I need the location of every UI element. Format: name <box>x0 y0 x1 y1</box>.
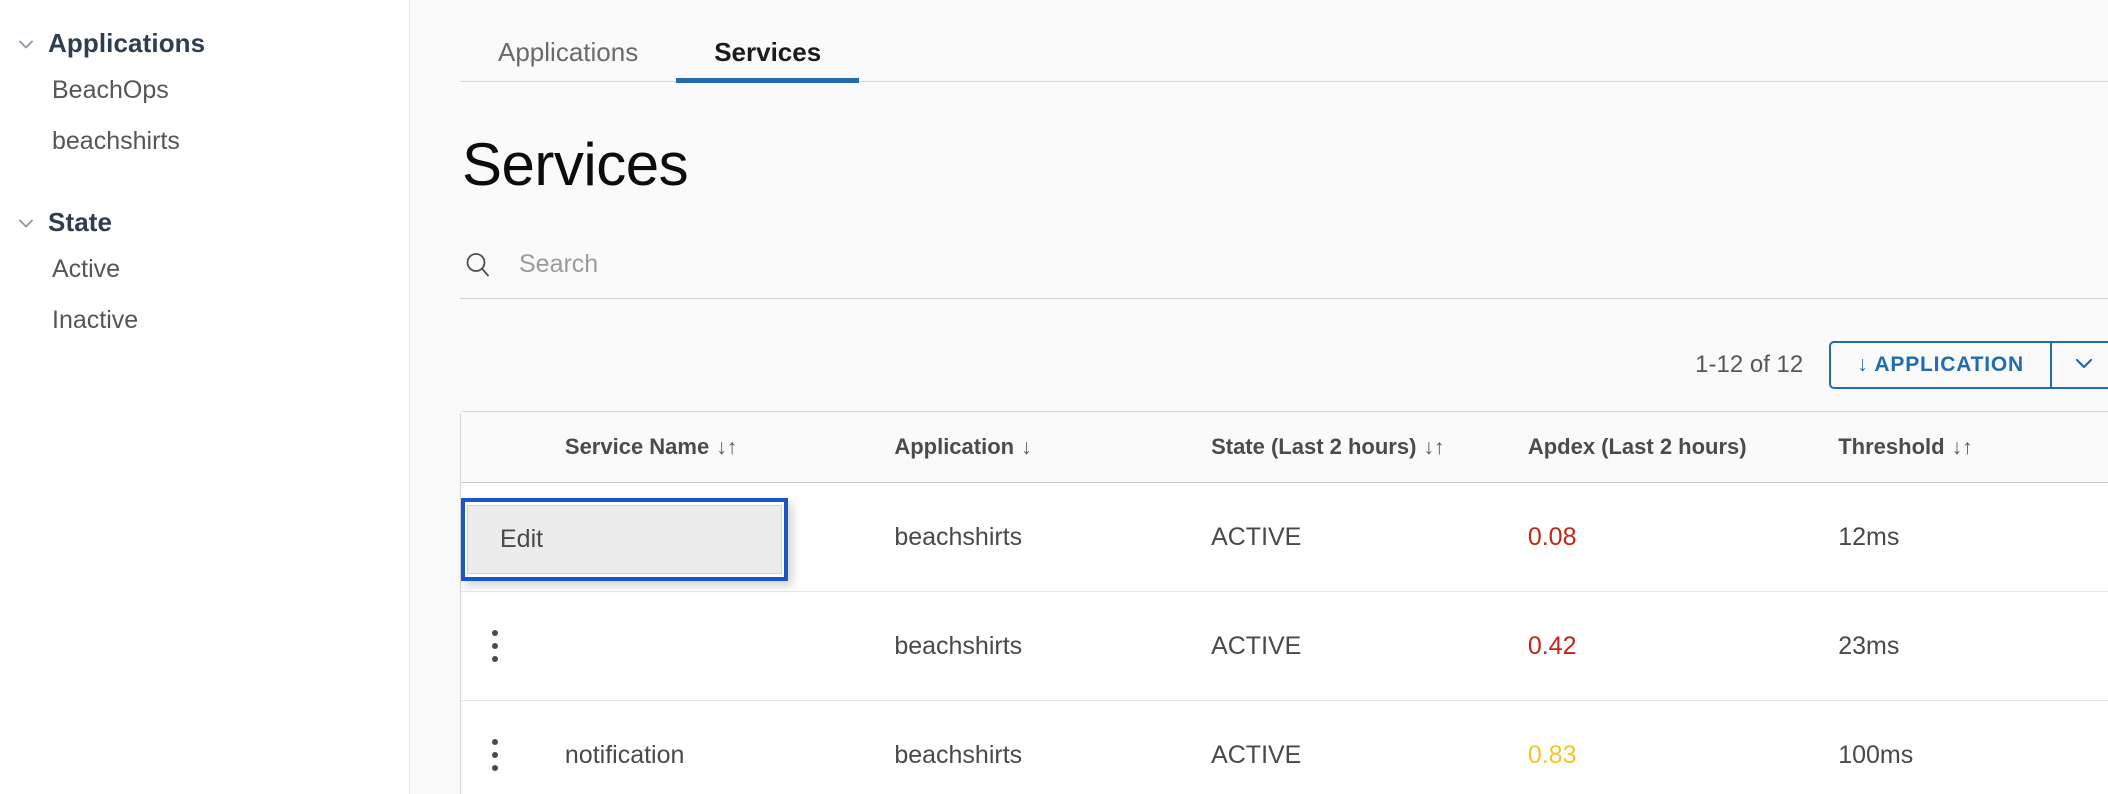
cell-threshold: 12ms <box>1838 482 2108 592</box>
cell-state: ACTIVE <box>1211 482 1528 592</box>
table-row[interactable]: notification beachshirts ACTIVE 0.83 100… <box>461 700 2108 794</box>
cell-apdex: 0.42 <box>1527 591 1839 701</box>
cell-state: ACTIVE <box>1211 591 1528 701</box>
sidebar-item-inactive[interactable]: Inactive <box>0 295 409 346</box>
sidebar-item-beachshirts[interactable]: beachshirts <box>0 116 409 167</box>
search-icon <box>462 249 494 281</box>
services-table-element: Service Name ↓↑ Application ↓ State (Last … <box>461 412 2108 794</box>
column-label: State (Last 2 hours) <box>1211 434 1417 459</box>
cell-threshold: 100ms <box>1838 700 2108 794</box>
row-context-menu: Edit <box>461 498 788 581</box>
cell-application: beachshirts <box>894 591 1212 701</box>
pagination-count: 1-12 of 12 <box>1695 351 1804 378</box>
column-header-application[interactable]: Application ↓ <box>894 412 1212 483</box>
tab-bar: Applications Services <box>460 0 2108 83</box>
chevron-down-icon <box>14 32 38 56</box>
sidebar-item-beachops[interactable]: BeachOps <box>0 65 409 116</box>
sort-icon: ↓↑ <box>1423 436 1445 459</box>
context-menu-item-edit[interactable]: Edit <box>467 505 782 574</box>
sidebar-group-state: State Active Inactive <box>0 201 409 346</box>
cell-service-name: notification <box>564 700 895 794</box>
row-actions-kebab-icon[interactable] <box>481 618 509 674</box>
sort-icon: ↓↑ <box>716 436 738 459</box>
sort-icon: ↓↑ <box>1951 436 1973 459</box>
column-header-apdex[interactable]: Apdex (Last 2 hours) <box>1527 412 1839 483</box>
cell-threshold: 23ms <box>1838 591 2108 701</box>
cell-application: beachshirts <box>894 482 1212 592</box>
row-actions-cell <box>461 591 565 701</box>
sort-split-button: ↓ APPLICATION <box>1829 341 2108 389</box>
column-header-actions <box>461 412 565 483</box>
services-table: Service Name ↓↑ Application ↓ State (Last … <box>460 411 2108 794</box>
table-head: Service Name ↓↑ Application ↓ State (Last … <box>461 412 2108 483</box>
main-content: Applications Services Services 1-12 of 1… <box>410 0 2108 794</box>
column-label: Threshold <box>1838 434 1945 459</box>
column-label: Service Name <box>564 434 710 459</box>
cell-apdex: 0.83 <box>1527 700 1839 794</box>
sidebar-group-title: Applications <box>48 28 206 58</box>
table-toolbar: 1-12 of 12 ↓ APPLICATION <box>460 341 2108 389</box>
sidebar-group-header-state[interactable]: State <box>0 201 409 244</box>
sidebar: Applications BeachOps beachshirts State … <box>0 0 410 794</box>
cell-application: beachshirts <box>894 700 1212 794</box>
sidebar-item-active[interactable]: Active <box>0 244 409 295</box>
row-actions-kebab-icon[interactable] <box>481 727 509 783</box>
table-row[interactable]: beachshirts ACTIVE 0.42 23ms <box>461 591 2108 701</box>
sidebar-group-applications: Applications BeachOps beachshirts <box>0 22 409 167</box>
column-header-service-name[interactable]: Service Name ↓↑ <box>564 412 895 483</box>
column-label: Apdex (Last 2 hours) <box>1527 434 1747 459</box>
sidebar-group-header-applications[interactable]: Applications <box>0 22 409 65</box>
chevron-down-icon <box>2071 350 2097 381</box>
sort-dropdown-toggle[interactable] <box>2052 343 2108 387</box>
cell-apdex: 0.08 <box>1527 482 1839 592</box>
column-label: Application <box>894 434 1015 459</box>
table-header-row: Service Name ↓↑ Application ↓ State (Last … <box>461 412 2108 483</box>
search-input[interactable] <box>519 250 1219 279</box>
chevron-down-icon <box>14 211 38 235</box>
app-root: Applications BeachOps beachshirts State … <box>0 0 2108 794</box>
tab-applications[interactable]: Applications <box>460 39 676 81</box>
search-bar <box>460 247 2108 299</box>
sidebar-group-title: State <box>48 207 113 237</box>
row-actions-cell <box>461 700 565 794</box>
sort-icon: ↓ <box>1021 436 1032 459</box>
cell-state: ACTIVE <box>1211 700 1528 794</box>
column-header-threshold[interactable]: Threshold ↓↑ <box>1838 412 2108 483</box>
row-context-menu-inner: Edit <box>465 502 784 577</box>
cell-service-name <box>564 591 895 701</box>
sort-by-application-button[interactable]: ↓ APPLICATION <box>1831 343 2052 387</box>
page-title: Services <box>462 131 689 198</box>
column-header-state[interactable]: State (Last 2 hours) ↓↑ <box>1211 412 1528 483</box>
tab-services[interactable]: Services <box>676 39 860 83</box>
